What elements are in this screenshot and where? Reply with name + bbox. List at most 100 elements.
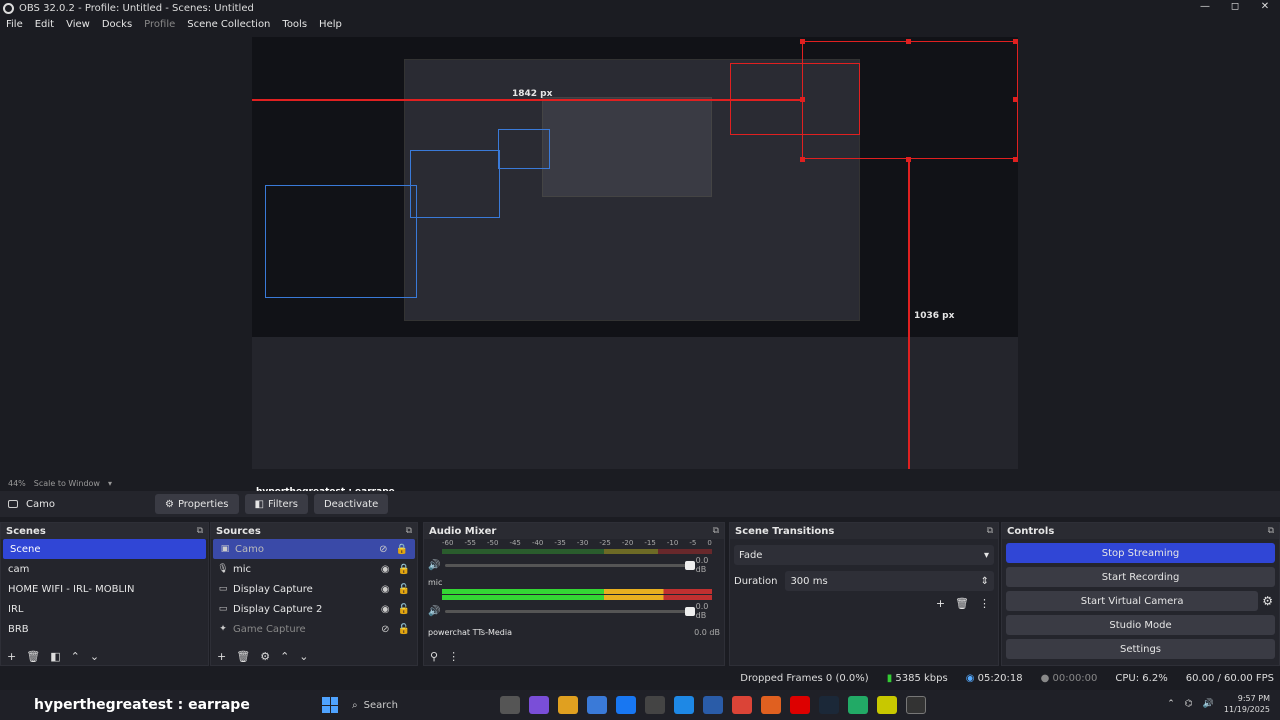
network-icon[interactable]: ⌬ <box>1185 699 1193 709</box>
dock-menu-icon[interactable]: ⧉ <box>197 526 203 536</box>
duration-spinbox[interactable]: 300 ms ⇕ <box>785 571 994 591</box>
chevron-down-icon[interactable]: ▾ <box>108 479 112 488</box>
volume-slider[interactable] <box>445 560 695 570</box>
slider-knob[interactable] <box>684 560 695 570</box>
windows-start-icon[interactable] <box>322 697 338 713</box>
add-icon[interactable]: + <box>217 650 226 663</box>
taskbar-search[interactable]: ⌕ Search <box>352 696 482 714</box>
eye-icon[interactable]: ◉ <box>381 604 390 615</box>
menu-file[interactable]: File <box>0 19 29 30</box>
lock-icon[interactable]: 🔒 <box>396 544 408 555</box>
arrow-up-icon[interactable]: ⌃ <box>71 650 80 663</box>
notepad-icon[interactable] <box>877 696 897 714</box>
close-button[interactable]: ✕ <box>1250 0 1280 16</box>
resize-handle[interactable] <box>1013 39 1018 44</box>
edge-icon[interactable] <box>674 696 694 714</box>
menu-dots-icon[interactable]: ⋮ <box>979 597 990 610</box>
dock-menu-icon[interactable]: ⧉ <box>1268 526 1274 536</box>
resize-handle[interactable] <box>906 157 911 162</box>
zoom-level[interactable]: 44% <box>8 479 26 488</box>
dock-menu-icon[interactable]: ⧉ <box>987 526 993 536</box>
arrow-up-icon[interactable]: ⌃ <box>280 650 289 663</box>
resize-handle[interactable] <box>906 39 911 44</box>
start-virtual-camera-button[interactable]: Start Virtual Camera <box>1006 591 1259 611</box>
copilot-icon[interactable] <box>529 696 549 714</box>
scene-item[interactable]: cam <box>1 559 208 579</box>
transition-select[interactable]: Fade ▾ <box>734 545 994 565</box>
slider-knob[interactable] <box>684 606 695 616</box>
source-item[interactable]: ▣ Camo ⊘ 🔒 <box>213 539 415 559</box>
resize-handle[interactable] <box>1013 97 1018 102</box>
menu-help[interactable]: Help <box>313 19 348 30</box>
resize-handle[interactable] <box>800 97 805 102</box>
properties-button[interactable]: ⚙ Properties <box>154 494 239 514</box>
dock-menu-icon[interactable]: ⧉ <box>713 526 719 536</box>
gear-icon[interactable]: ⚙ <box>260 650 270 663</box>
studio-mode-button[interactable]: Studio Mode <box>1006 615 1275 635</box>
file-explorer-icon[interactable] <box>558 696 578 714</box>
source-item[interactable]: ▭ Display Capture ◉ 🔓 <box>211 579 417 599</box>
unlock-icon[interactable]: 🔓 <box>398 584 410 595</box>
program-preview[interactable]: 1842 px 1036 px <box>252 37 1018 469</box>
scene-item[interactable]: BRB <box>1 619 208 639</box>
vlc-icon[interactable] <box>761 696 781 714</box>
volume-slider[interactable] <box>445 606 695 616</box>
minimize-button[interactable]: — <box>1190 0 1220 16</box>
add-icon[interactable]: + <box>936 597 945 610</box>
scene-item[interactable]: IRL <box>1 599 208 619</box>
menu-edit[interactable]: Edit <box>29 19 60 30</box>
trash-icon[interactable]: 🗑 <box>236 650 250 663</box>
source-item[interactable]: 🎙 mic ◉ 🔒 <box>211 559 417 579</box>
filter-icon[interactable]: ◧ <box>50 650 60 663</box>
dock-menu-icon[interactable]: ⧉ <box>406 526 412 536</box>
arrow-down-icon[interactable]: ⌄ <box>90 650 99 663</box>
unlock-icon[interactable]: 🔓 <box>398 604 410 615</box>
youtube-icon[interactable] <box>790 696 810 714</box>
obs-icon[interactable] <box>906 696 926 714</box>
scene-item[interactable]: HOME WIFI - IRL- MOBLIN <box>1 579 208 599</box>
resize-handle[interactable] <box>800 157 805 162</box>
calculator-icon[interactable] <box>703 696 723 714</box>
task-view-icon[interactable] <box>500 696 520 714</box>
speaker-icon[interactable]: 🔊 <box>428 560 440 571</box>
menu-view[interactable]: View <box>60 19 96 30</box>
source-item[interactable]: ✦ Game Capture ⊘ 🔓 <box>211 619 417 639</box>
maximize-button[interactable]: ◻ <box>1220 0 1250 16</box>
clock[interactable]: 9:57 PM 11/19/2025 <box>1224 693 1270 715</box>
menu-dots-icon[interactable]: ⋮ <box>448 650 459 663</box>
xbox-icon[interactable] <box>848 696 868 714</box>
menu-profile[interactable]: Profile <box>138 19 181 30</box>
start-recording-button[interactable]: Start Recording <box>1006 567 1275 587</box>
arrow-down-icon[interactable]: ⌄ <box>299 650 308 663</box>
app-icon[interactable] <box>645 696 665 714</box>
eye-icon[interactable]: ◉ <box>381 564 390 575</box>
gear-icon[interactable]: ⚙ <box>1262 594 1273 608</box>
deactivate-button[interactable]: Deactivate <box>313 494 389 514</box>
source-item[interactable]: ▭ Display Capture 2 ◉ 🔓 <box>211 599 417 619</box>
eye-hidden-icon[interactable]: ⊘ <box>381 624 389 635</box>
eye-hidden-icon[interactable]: ⊘ <box>379 544 387 555</box>
store-icon[interactable] <box>587 696 607 714</box>
link-icon[interactable]: ⚲ <box>430 650 438 663</box>
unlock-icon[interactable]: 🔓 <box>398 624 410 635</box>
trash-icon[interactable]: 🗑 <box>955 597 969 610</box>
settings-button[interactable]: Settings <box>1006 639 1275 659</box>
stop-streaming-button[interactable]: Stop Streaming <box>1006 543 1275 563</box>
menu-docks[interactable]: Docks <box>96 19 138 30</box>
eye-icon[interactable]: ◉ <box>381 584 390 595</box>
speaker-icon[interactable]: 🔊 <box>428 606 440 617</box>
chevron-up-icon[interactable]: ⌃ <box>1167 699 1175 709</box>
trash-icon[interactable]: 🗑 <box>26 650 40 663</box>
menu-scene-collection[interactable]: Scene Collection <box>181 19 276 30</box>
resize-handle[interactable] <box>1013 157 1018 162</box>
lock-icon[interactable]: 🔒 <box>398 564 410 575</box>
filters-button[interactable]: ◧ Filters <box>244 494 308 514</box>
facebook-icon[interactable] <box>616 696 636 714</box>
chrome-icon[interactable] <box>732 696 752 714</box>
volume-icon[interactable]: 🔊 <box>1203 699 1214 709</box>
steam-icon[interactable] <box>819 696 839 714</box>
add-icon[interactable]: + <box>7 650 16 663</box>
zoom-mode-select[interactable]: Scale to Window <box>34 479 100 488</box>
scene-item[interactable]: Scene <box>3 539 206 559</box>
resize-handle[interactable] <box>800 39 805 44</box>
